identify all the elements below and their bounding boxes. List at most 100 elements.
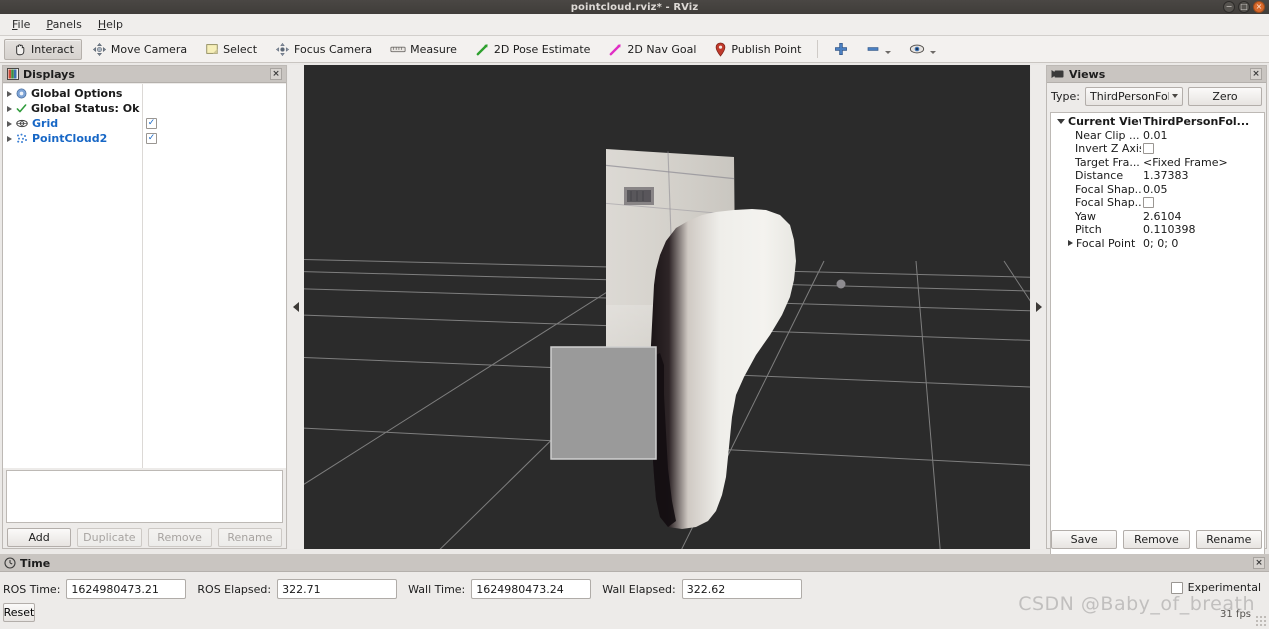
view-prop-checkbox-invert-z[interactable] xyxy=(1143,143,1154,155)
display-label-2: Global Status: Ok xyxy=(31,102,140,115)
view-prop-current-view[interactable]: Current View ThirdPersonFol... xyxy=(1051,115,1264,129)
plus-icon xyxy=(834,42,848,56)
view-prop-target-frame[interactable]: Target Fra... <Fixed Frame> xyxy=(1051,156,1264,170)
tool-interact[interactable]: Interact xyxy=(4,38,82,60)
view-prop-focal-shape-fixed[interactable]: Focal Shap... xyxy=(1051,196,1264,210)
expander-right-icon-3[interactable] xyxy=(7,120,12,127)
tool-measure[interactable]: Measure xyxy=(382,39,465,60)
displays-close-icon[interactable]: × xyxy=(270,68,282,80)
tool-visibility-button[interactable] xyxy=(901,39,944,60)
time-panel-titlebar: Time × xyxy=(0,555,1269,572)
rename-view-button[interactable]: Rename xyxy=(1195,530,1262,549)
menu-help[interactable]: Help xyxy=(90,16,131,33)
view-prop-distance[interactable]: Distance 1.37383 xyxy=(1051,169,1264,183)
remove-display-button[interactable]: Remove xyxy=(147,528,212,547)
maximize-button[interactable]: □ xyxy=(1238,1,1250,13)
ros-elapsed-input[interactable]: 322.71 xyxy=(277,579,398,599)
wall-time-input[interactable]: 1624980473.24 xyxy=(471,579,592,599)
view-prop-key-3: Invert Z Axis xyxy=(1075,142,1141,156)
wall-time-label: Wall Time: xyxy=(408,582,466,596)
reset-button[interactable]: Reset xyxy=(3,603,35,622)
view-prop-key-8: Yaw xyxy=(1075,209,1096,223)
views-panel: Views × Type: ThirdPersonFollo Zero Curr… xyxy=(1046,65,1267,578)
view-prop-value-2: 0.01 xyxy=(1143,128,1168,142)
duplicate-button[interactable]: Duplicate xyxy=(77,528,142,547)
expander-right-icon-2[interactable] xyxy=(7,105,12,112)
tool-bar: Interact Move Camera Select Focus Camera… xyxy=(0,36,1269,63)
views-type-row: Type: ThirdPersonFollo Zero xyxy=(1047,84,1266,108)
zero-button[interactable]: Zero xyxy=(1188,86,1262,106)
collapse-left-icon[interactable] xyxy=(293,302,299,312)
time-fields-row: ROS Time: 1624980473.21 ROS Elapsed: 322… xyxy=(0,577,1269,601)
display-label-3: Grid xyxy=(32,117,59,130)
resize-grip[interactable] xyxy=(1255,615,1267,627)
tool-move-camera-label: Move Camera xyxy=(110,42,188,56)
tool-select-label: Select xyxy=(223,42,258,56)
tool-move-camera[interactable]: Move Camera xyxy=(84,39,195,60)
display-checkbox-grid[interactable]: ✓ xyxy=(146,118,157,129)
tool-focus-camera-label: Focus Camera xyxy=(294,42,373,56)
left-splitter-handle[interactable] xyxy=(288,65,304,549)
wall-elapsed-input[interactable]: 322.62 xyxy=(681,579,802,599)
remove-view-button[interactable]: Remove xyxy=(1123,530,1190,549)
view-prop-pitch[interactable]: Pitch 0.110398 xyxy=(1051,223,1264,237)
chevron-down-icon[interactable] xyxy=(885,51,892,54)
chevron-down-icon-2[interactable] xyxy=(930,51,937,54)
tool-select[interactable]: Select xyxy=(197,39,265,60)
menu-panels[interactable]: Panels xyxy=(38,16,89,33)
view-prop-key: Current View xyxy=(1068,115,1141,129)
expander-down-icon[interactable] xyxy=(1057,119,1065,125)
save-view-button[interactable]: Save xyxy=(1051,530,1118,549)
display-property-area xyxy=(6,470,283,523)
views-panel-title: Views xyxy=(1069,67,1106,81)
tool-focus-camera[interactable]: Focus Camera xyxy=(267,39,380,60)
expander-right-icon[interactable] xyxy=(7,90,12,97)
displays-tree[interactable]: Global Options Global Status: Ok Grid ✓ … xyxy=(3,84,286,468)
collapse-right-icon[interactable] xyxy=(1036,302,1042,312)
clock-icon xyxy=(4,557,16,569)
view-prop-focal-shape-size[interactable]: Focal Shap... 0.05 xyxy=(1051,183,1264,197)
right-splitter-handle[interactable] xyxy=(1031,65,1047,549)
ros-time-input[interactable]: 1624980473.21 xyxy=(66,579,187,599)
experimental-label: Experimental xyxy=(1187,581,1261,594)
views-property-tree[interactable]: Current View ThirdPersonFol... Near Clip… xyxy=(1050,112,1265,578)
expander-right-icon-4[interactable] xyxy=(7,135,12,142)
experimental-checkbox[interactable] xyxy=(1170,581,1183,594)
display-item-global-status[interactable]: Global Status: Ok xyxy=(3,101,286,116)
view-prop-yaw[interactable]: Yaw 2.6104 xyxy=(1051,210,1264,224)
display-item-grid[interactable]: Grid ✓ xyxy=(3,116,286,131)
display-item-global-options[interactable]: Global Options xyxy=(3,86,286,101)
minimize-button[interactable]: − xyxy=(1223,1,1235,13)
time-close-icon[interactable]: × xyxy=(1253,557,1265,569)
tool-2d-pose-estimate[interactable]: 2D Pose Estimate xyxy=(467,39,599,60)
view-prop-key-6: Focal Shap... xyxy=(1075,182,1141,196)
close-button[interactable]: × xyxy=(1253,1,1265,13)
rename-display-button[interactable]: Rename xyxy=(217,528,282,547)
pose-estimate-arrow-icon xyxy=(475,42,490,57)
menu-file[interactable]: File xyxy=(4,16,38,33)
move-camera-icon xyxy=(92,42,107,57)
pointcloud-knob xyxy=(836,279,846,289)
add-button[interactable]: Add xyxy=(7,528,72,547)
view-prop-focal-point[interactable]: Focal Point 0; 0; 0 xyxy=(1051,237,1264,251)
gear-icon xyxy=(16,88,27,99)
display-item-pointcloud2[interactable]: PointCloud2 ✓ xyxy=(3,131,286,146)
view-prop-invert-z-axis[interactable]: Invert Z Axis xyxy=(1051,142,1264,156)
display-checkbox-pointcloud2[interactable]: ✓ xyxy=(146,133,157,144)
view-prop-checkbox-focal-shape[interactable] xyxy=(1143,197,1154,209)
camera-icon xyxy=(1051,69,1065,79)
view-type-value: ThirdPersonFollo xyxy=(1089,89,1169,103)
chevron-down-icon-3 xyxy=(1172,94,1178,98)
add-tool-button[interactable] xyxy=(826,39,856,60)
ros-elapsed-label: ROS Elapsed: xyxy=(197,582,272,596)
tool-2d-nav-goal[interactable]: 2D Nav Goal xyxy=(600,39,704,60)
views-close-icon[interactable]: × xyxy=(1250,68,1262,80)
experimental-toggle[interactable]: Experimental xyxy=(1170,581,1261,594)
expander-right-icon-5[interactable] xyxy=(1068,240,1073,247)
tool-publish-point[interactable]: Publish Point xyxy=(706,39,809,60)
view-prop-near-clip[interactable]: Near Clip ... 0.01 xyxy=(1051,129,1264,143)
title-bar: pointcloud.rviz* - RViz − □ × xyxy=(0,0,1269,14)
render-viewport[interactable] xyxy=(304,65,1030,549)
view-type-dropdown[interactable]: ThirdPersonFollo xyxy=(1084,86,1183,106)
remove-tool-button[interactable] xyxy=(858,39,899,60)
